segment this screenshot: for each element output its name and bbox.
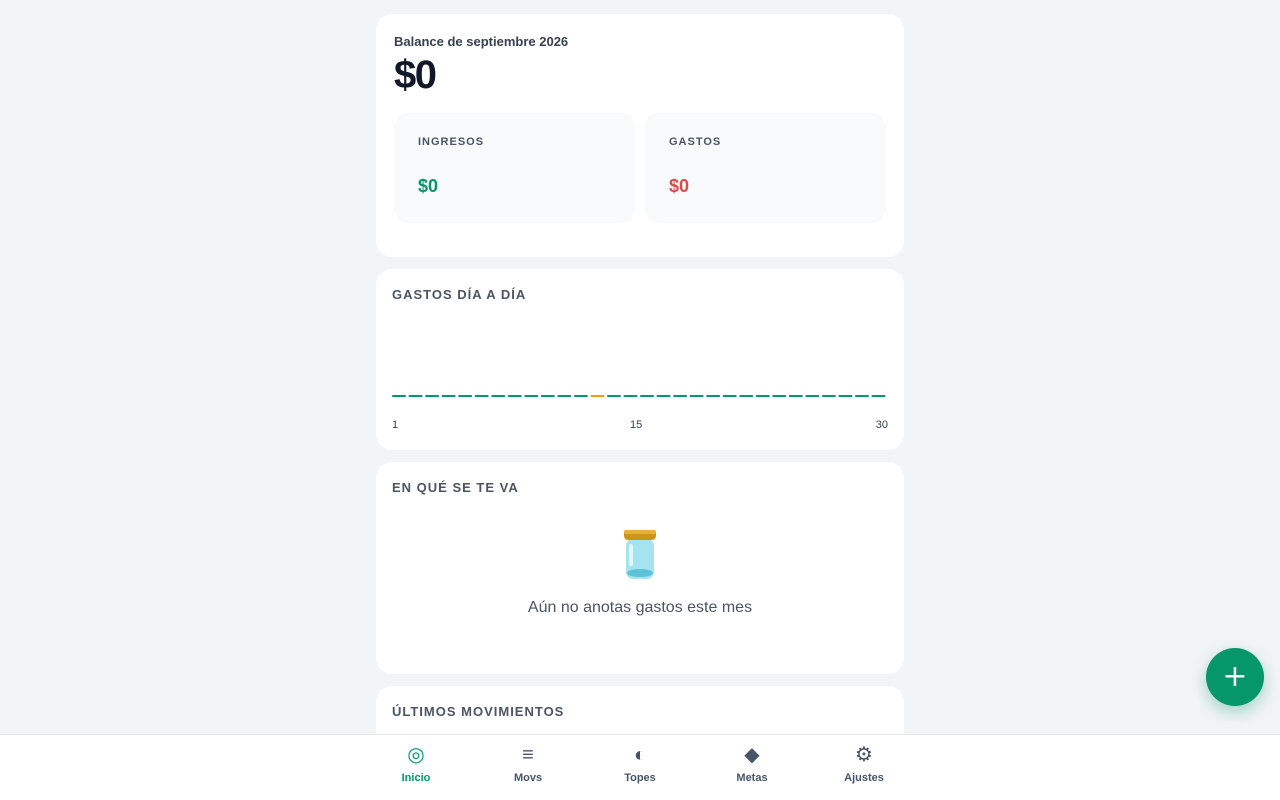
expense-box: GASTOS $0 <box>645 113 886 223</box>
list-icon: ≡ <box>522 744 534 766</box>
day-bar-20 <box>706 395 721 397</box>
tick-label-last: 30 <box>875 419 888 431</box>
diamond-icon: ◆ <box>744 744 760 766</box>
expense-label: GASTOS <box>669 136 722 148</box>
nav-label-ajustes: Ajustes <box>844 772 884 784</box>
nav-label-movs: Movs <box>513 772 543 784</box>
day-bar-14 <box>606 395 621 397</box>
home-circle-icon: ◎ <box>407 744 425 766</box>
balance-title: Balance de septiembre 2026 <box>394 34 569 49</box>
income-label: INGRESOS <box>418 136 485 148</box>
nav-item-metas[interactable]: ◆ Metas <box>696 735 808 800</box>
day-bar-4 <box>441 395 456 397</box>
nav-items: ◎ Inicio ≡ Movs ◐ Topes ◆ Metas ⚙ Ajuste… <box>360 735 920 800</box>
jar-icon <box>624 530 656 579</box>
tick-label-first: 1 <box>392 419 399 431</box>
nav-item-inicio[interactable]: ◎ Inicio <box>360 735 472 800</box>
balance-amount: $0 <box>394 53 437 97</box>
nav-label-inicio: Inicio <box>401 772 431 784</box>
day-bar-26 <box>805 395 820 397</box>
daily-expenses-card: GASTOS DÍA A DÍA 1 15 30 <box>376 269 904 450</box>
gear-icon: ⚙ <box>855 744 873 766</box>
nav-item-movs[interactable]: ≡ Movs <box>472 735 584 800</box>
day-bar-3 <box>425 395 440 397</box>
day-bar-13 <box>590 395 605 397</box>
day-bar-10 <box>540 395 555 397</box>
daily-expenses-chart <box>392 395 886 397</box>
categories-title: EN QUÉ SE TE VA <box>392 480 519 495</box>
income-box: INGRESOS $0 <box>394 113 635 223</box>
expense-value: $0 <box>669 176 690 196</box>
day-bar-30 <box>871 395 886 397</box>
day-bar-25 <box>788 395 803 397</box>
day-bar-9 <box>524 395 539 397</box>
day-bar-23 <box>755 395 770 397</box>
income-value: $0 <box>418 176 439 196</box>
day-bar-19 <box>689 395 704 397</box>
day-bar-8 <box>507 395 522 397</box>
day-bar-21 <box>722 395 737 397</box>
nav-label-topes: Topes <box>624 772 656 784</box>
day-bar-24 <box>772 395 787 397</box>
main-column: Balance de septiembre 2026 $0 INGRESOS $… <box>376 14 904 778</box>
nav-label-metas: Metas <box>736 772 768 784</box>
add-transaction-button[interactable]: + <box>1206 648 1264 706</box>
day-bar-22 <box>739 395 754 397</box>
day-bar-16 <box>640 395 655 397</box>
balance-card: Balance de septiembre 2026 $0 INGRESOS $… <box>376 14 904 257</box>
bottom-nav: ◎ Inicio ≡ Movs ◐ Topes ◆ Metas ⚙ Ajuste… <box>0 734 1280 800</box>
nav-item-ajustes[interactable]: ⚙ Ajustes <box>808 735 920 800</box>
empty-state-text: Aún no anotas gastos este mes <box>527 599 753 616</box>
day-bar-27 <box>821 395 836 397</box>
day-bar-2 <box>408 395 423 397</box>
day-bar-7 <box>491 395 506 397</box>
day-bar-1 <box>392 395 407 397</box>
day-bar-5 <box>458 395 473 397</box>
income-expense-split: INGRESOS $0 GASTOS $0 <box>394 113 886 223</box>
half-circle-icon: ◐ <box>633 744 647 766</box>
day-bar-29 <box>854 395 869 397</box>
day-bar-18 <box>673 395 688 397</box>
nav-item-topes[interactable]: ◐ Topes <box>584 735 696 800</box>
day-bar-11 <box>557 395 572 397</box>
day-bar-12 <box>573 395 588 397</box>
daily-expenses-title: GASTOS DÍA A DÍA <box>392 287 527 302</box>
categories-card: EN QUÉ SE TE VA Aún no anotas gastos est… <box>376 462 904 674</box>
day-bar-15 <box>623 395 638 397</box>
day-bar-17 <box>656 395 671 397</box>
last-movements-title: ÚLTIMOS MOVIMIENTOS <box>392 704 565 719</box>
day-bar-6 <box>474 395 489 397</box>
tick-label-mid: 15 <box>630 419 643 431</box>
day-bar-28 <box>838 395 853 397</box>
